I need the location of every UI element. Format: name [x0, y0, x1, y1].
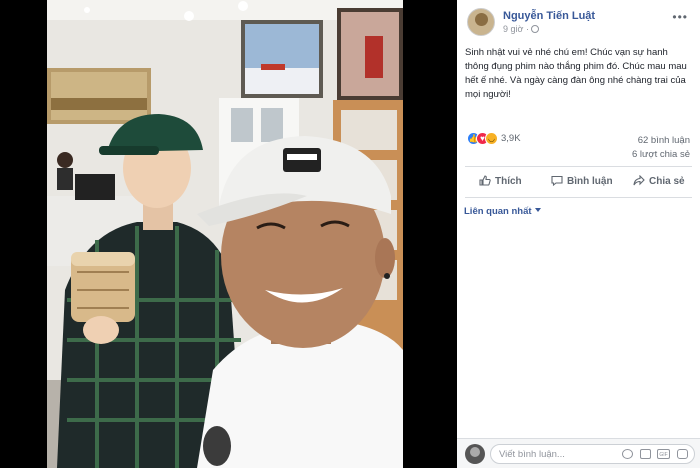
- post-body: Sinh nhật vui vẻ nhé chú em! Chúc vạn sự…: [465, 47, 687, 100]
- like-button-label: Thích: [495, 176, 522, 187]
- post-header: Nguyễn Tiến Luật 9 giờ · •••: [457, 0, 700, 40]
- share-icon: [633, 175, 645, 186]
- emoji-icon[interactable]: [622, 449, 633, 459]
- comment-sort-label: Liên quan nhất: [464, 206, 532, 217]
- post-panel: Nguyễn Tiến Luật 9 giờ · ••• Sinh nhật v…: [457, 0, 700, 468]
- sticker-icon[interactable]: [677, 449, 688, 459]
- current-user-avatar: [465, 444, 485, 464]
- like-button[interactable]: Thích: [479, 175, 522, 187]
- comment-icon: [551, 175, 563, 186]
- post-meta: 9 giờ ·: [503, 24, 541, 34]
- thumbs-up-icon: [479, 175, 491, 186]
- post-time[interactable]: 9 giờ: [503, 24, 523, 34]
- photo-viewer: Nguyễn Tiến Luật 9 giờ · ••• Sinh nhật v…: [0, 0, 700, 468]
- author-name[interactable]: Nguyễn Tiến Luật: [503, 10, 595, 22]
- comment-sort-dropdown[interactable]: Liên quan nhất: [464, 206, 541, 217]
- selfie-image: [47, 0, 403, 468]
- action-bar: Thích Bình luận Chia sẻ: [465, 166, 692, 198]
- reaction-count: 3,9K: [501, 133, 521, 144]
- share-button-label: Chia sẻ: [649, 176, 685, 187]
- more-horizontal-icon[interactable]: •••: [672, 10, 688, 24]
- haha-icon: ◡: [485, 132, 498, 145]
- comment-count-link[interactable]: 62 bình luận: [638, 135, 690, 146]
- comment-button[interactable]: Bình luận: [551, 175, 613, 187]
- globe-icon: [531, 25, 540, 33]
- camera-icon[interactable]: [640, 449, 651, 459]
- chevron-down-icon: [534, 208, 541, 212]
- comment-composer: Viết bình luận... GIF: [457, 438, 700, 468]
- share-button[interactable]: Chia sẻ: [633, 175, 685, 187]
- share-count-link[interactable]: 6 lượt chia sẻ: [632, 149, 690, 160]
- comment-button-label: Bình luận: [567, 176, 613, 187]
- author-avatar[interactable]: [467, 8, 495, 36]
- gif-icon[interactable]: GIF: [657, 449, 670, 459]
- post-photo[interactable]: [47, 0, 403, 468]
